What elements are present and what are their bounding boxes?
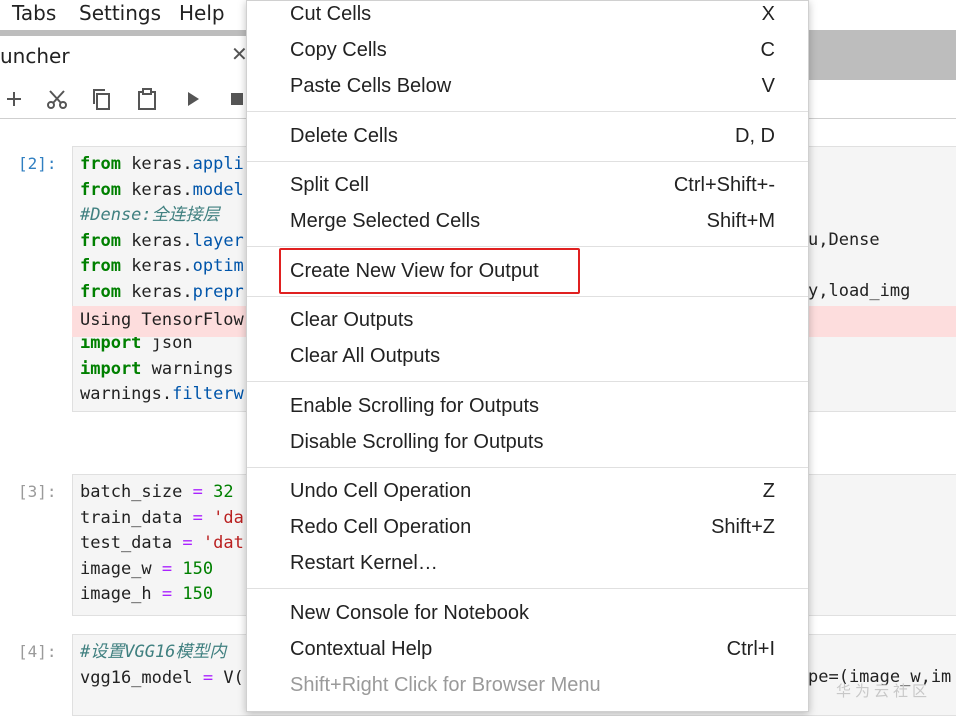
menu-separator — [247, 467, 808, 468]
menu-item-undo-cell-operation[interactable]: Undo Cell Operation Z — [247, 476, 808, 512]
menu-settings[interactable]: Settings — [79, 0, 161, 26]
menu-separator — [247, 588, 808, 589]
menu-separator — [247, 111, 808, 112]
copy-icon[interactable] — [87, 84, 115, 114]
code-cell-source: batch_size = 32 train_data = 'da test_da… — [80, 482, 244, 605]
menu-separator — [247, 296, 808, 297]
menu-item-browser-menu-hint: Shift+Right Click for Browser Menu — [290, 674, 601, 696]
menu-item-redo-cell-operation[interactable]: Redo Cell Operation Shift+Z — [247, 512, 808, 548]
menu-item-new-console-for-notebook[interactable]: New Console for Notebook — [247, 598, 808, 634]
menu-item-delete-cells[interactable]: Delete Cells D, D — [247, 121, 808, 157]
menu-help[interactable]: Help — [179, 0, 225, 26]
menu-separator — [247, 246, 808, 247]
menu-item-paste-cells-below[interactable]: Paste Cells Below V — [247, 71, 808, 107]
code-cell-source: #设置VGG16模型内 vgg16_model = V( — [80, 642, 244, 688]
cell-prompt: [2]: — [18, 154, 57, 173]
menu-item-cut-cells[interactable]: Cut Cells X — [247, 0, 808, 35]
menu-item-disable-scrolling-for-outputs[interactable]: Disable Scrolling for Outputs — [247, 427, 808, 463]
tab-label: uncher — [0, 44, 70, 68]
add-icon[interactable] — [0, 84, 28, 114]
menu-separator — [247, 381, 808, 382]
tab-launcher[interactable]: uncher ✕ — [0, 36, 250, 80]
menu-item-enable-scrolling-for-outputs[interactable]: Enable Scrolling for Outputs — [247, 391, 808, 427]
menu-item-restart-kernel[interactable]: Restart Kernel… — [247, 548, 808, 584]
menu-item-copy-cells[interactable]: Copy Cells C — [247, 35, 808, 71]
code-fragment: u,Dense — [808, 230, 880, 250]
menu-item-clear-all-outputs[interactable]: Clear All Outputs — [247, 341, 808, 377]
cell-prompt: [4]: — [18, 642, 57, 661]
watermark: 华为云社区 — [836, 682, 932, 700]
cell-prompt: [3]: — [18, 482, 57, 501]
menu-item-contextual-help[interactable]: Contextual Help Ctrl+I — [247, 634, 808, 670]
context-menu: Cut Cells X Copy Cells C Paste Cells Below… — [246, 0, 809, 712]
menu-separator — [247, 161, 808, 162]
paste-icon[interactable] — [133, 84, 161, 114]
menu-item-clear-outputs[interactable]: Clear Outputs — [247, 305, 808, 341]
cut-icon[interactable] — [43, 84, 71, 114]
menu-item-split-cell[interactable]: Split Cell Ctrl+Shift+- — [247, 170, 808, 206]
menu-item-merge-selected-cells[interactable]: Merge Selected Cells Shift+M — [247, 206, 808, 242]
highlight-box — [279, 248, 580, 294]
menu-tabs[interactable]: Tabs — [12, 0, 56, 26]
run-icon[interactable] — [179, 84, 207, 114]
code-fragment: y,load_img — [808, 281, 911, 301]
code-cell-source: from keras.appli from keras.model #Dense… — [80, 154, 244, 405]
